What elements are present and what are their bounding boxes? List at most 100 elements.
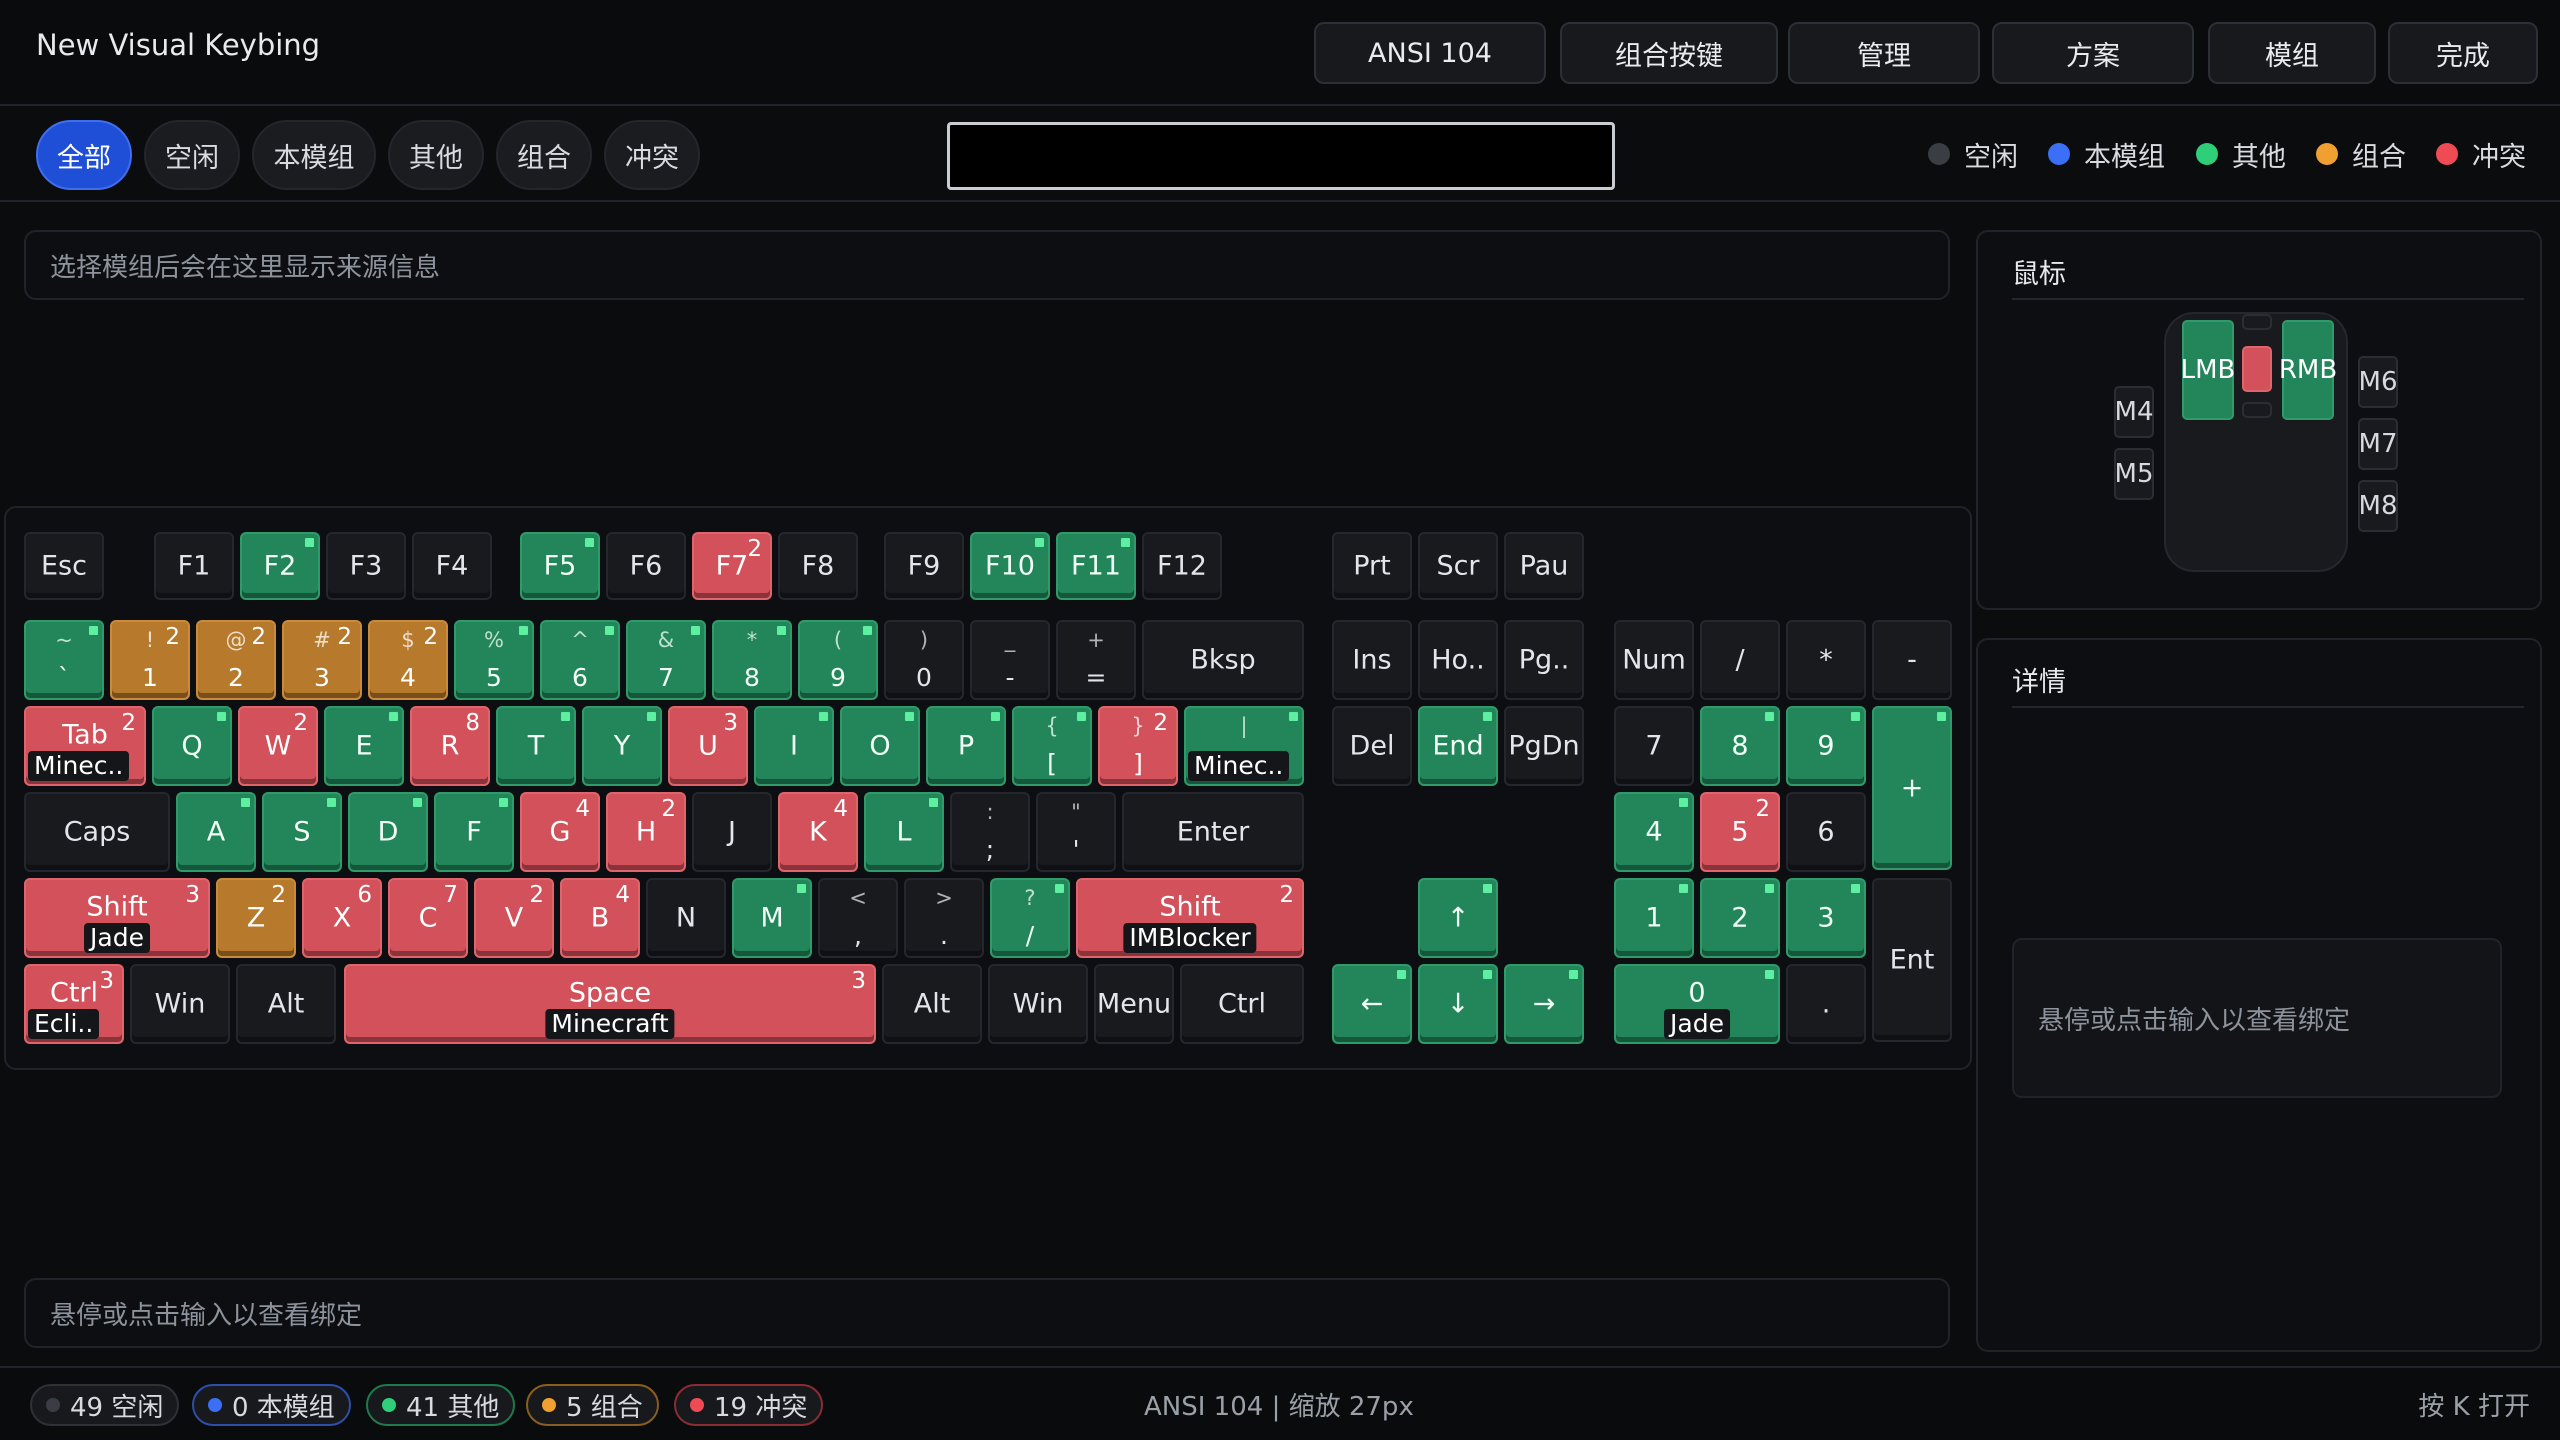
key-3-89[interactable]: 3: [1786, 878, 1866, 958]
key-f10-10[interactable]: F10: [970, 532, 1050, 600]
key-5-72[interactable]: 52: [1700, 792, 1780, 872]
key-g-63[interactable]: G4: [520, 792, 600, 872]
key-bksp-29[interactable]: Bksp: [1142, 620, 1304, 700]
key-esc-0[interactable]: Esc: [24, 532, 104, 600]
key-num-33[interactable]: Num: [1614, 620, 1694, 700]
key-ctrl-91[interactable]: Ctrl 3 Ecli..: [24, 964, 124, 1044]
mouse-wheel-up[interactable]: [2242, 314, 2272, 330]
key-x-76[interactable]: X6: [302, 878, 382, 958]
key-e-40[interactable]: E: [324, 706, 404, 786]
key-2-88[interactable]: 2: [1700, 878, 1780, 958]
key-9-56[interactable]: 9: [1786, 706, 1866, 786]
key-i-45[interactable]: I: [754, 706, 834, 786]
key-t-42[interactable]: T: [496, 706, 576, 786]
key-ins-30[interactable]: Ins: [1332, 620, 1412, 700]
key-z-75[interactable]: Z2: [216, 878, 296, 958]
key-k-66[interactable]: K4: [778, 792, 858, 872]
key-4-20[interactable]: $4 2: [368, 620, 448, 700]
filter-this-mod[interactable]: 本模组: [252, 120, 376, 190]
key--103[interactable]: .: [1786, 964, 1866, 1044]
key-f-62[interactable]: F: [434, 792, 514, 872]
key--84[interactable]: ? /: [990, 878, 1070, 958]
key-f11-11[interactable]: F11: [1056, 532, 1136, 600]
key--34[interactable]: /: [1700, 620, 1780, 700]
key-ent-90[interactable]: Ent: [1872, 878, 1952, 1042]
key--49[interactable]: }] 2: [1098, 706, 1178, 786]
combo-keys-button[interactable]: 组合按键: [1560, 22, 1778, 84]
key-a-59[interactable]: A: [176, 792, 256, 872]
key-m-81[interactable]: M: [732, 878, 812, 958]
key--82[interactable]: <,: [818, 878, 898, 958]
key-win-96[interactable]: Win: [988, 964, 1088, 1044]
done-button[interactable]: 完成: [2388, 22, 2538, 84]
key-c-77[interactable]: C7: [388, 878, 468, 958]
mouse-m7[interactable]: M7: [2358, 418, 2398, 470]
key-p-47[interactable]: P: [926, 706, 1006, 786]
key--28[interactable]: + =: [1056, 620, 1136, 700]
key-f1-1[interactable]: F1: [154, 532, 234, 600]
key-5-21[interactable]: % 5: [454, 620, 534, 700]
manage-button[interactable]: 管理: [1788, 22, 1980, 84]
key-shift-74[interactable]: Shift 3 Jade: [24, 878, 210, 958]
key-9-25[interactable]: (9: [798, 620, 878, 700]
profile-button[interactable]: 方案: [1992, 22, 2194, 84]
key-w-39[interactable]: W2: [238, 706, 318, 786]
key-pgdn-53[interactable]: PgDn: [1504, 706, 1584, 786]
key-pau-15[interactable]: Pau: [1504, 532, 1584, 600]
key--57[interactable]: +: [1872, 706, 1952, 870]
filter-other[interactable]: 其他: [388, 120, 484, 190]
key-del-51[interactable]: Del: [1332, 706, 1412, 786]
mouse-m4[interactable]: M4: [2114, 386, 2154, 438]
key-0-102[interactable]: 0 Jade: [1614, 964, 1780, 1044]
key-0-26[interactable]: ) 0: [884, 620, 964, 700]
key-q-38[interactable]: Q: [152, 706, 232, 786]
key-1-87[interactable]: 1: [1614, 878, 1694, 958]
key--36[interactable]: -: [1872, 620, 1952, 700]
key--48[interactable]: {[: [1012, 706, 1092, 786]
key--99[interactable]: ←: [1332, 964, 1412, 1044]
key-r-41[interactable]: R8: [410, 706, 490, 786]
key-caps-58[interactable]: Caps: [24, 792, 170, 872]
mouse-m5[interactable]: M5: [2114, 448, 2154, 500]
key-ctrl-98[interactable]: Ctrl: [1180, 964, 1304, 1044]
key--27[interactable]: _ -: [970, 620, 1050, 700]
key--101[interactable]: →: [1504, 964, 1584, 1044]
key--16[interactable]: ~ `: [24, 620, 104, 700]
key-b-79[interactable]: B4: [560, 878, 640, 958]
key-7-23[interactable]: & 7: [626, 620, 706, 700]
key-win-92[interactable]: Win: [130, 964, 230, 1044]
key-l-67[interactable]: L: [864, 792, 944, 872]
key-6-73[interactable]: 6: [1786, 792, 1866, 872]
key-f3-3[interactable]: F3: [326, 532, 406, 600]
filter-combo[interactable]: 组合: [496, 120, 592, 190]
key-f12-12[interactable]: F12: [1142, 532, 1222, 600]
key-f2-2[interactable]: F2: [240, 532, 320, 600]
key-7-54[interactable]: 7: [1614, 706, 1694, 786]
key-tab-37[interactable]: Tab 2 Minec..: [24, 706, 146, 786]
key-o-46[interactable]: O: [840, 706, 920, 786]
key-f6-6[interactable]: F6: [606, 532, 686, 600]
key--68[interactable]: :;: [950, 792, 1030, 872]
key-f8-8[interactable]: F8: [778, 532, 858, 600]
mouse-lmb[interactable]: LMB: [2181, 320, 2235, 420]
key-alt-95[interactable]: Alt: [882, 964, 982, 1044]
mouse-rmb[interactable]: RMB: [2279, 320, 2337, 420]
layout-button[interactable]: ANSI 104: [1314, 22, 1546, 84]
key--69[interactable]: " ': [1036, 792, 1116, 872]
key-3-19[interactable]: #3 2: [282, 620, 362, 700]
mod-button[interactable]: 模组: [2208, 22, 2376, 84]
key--86[interactable]: ↑: [1418, 878, 1498, 958]
key-f5-5[interactable]: F5: [520, 532, 600, 600]
key-space-94[interactable]: Space 3 Minecraft: [344, 964, 876, 1044]
key-6-22[interactable]: ^ 6: [540, 620, 620, 700]
key-f4-4[interactable]: F4: [412, 532, 492, 600]
search-input[interactable]: [947, 122, 1615, 190]
key-h-64[interactable]: H2: [606, 792, 686, 872]
key-s-60[interactable]: S: [262, 792, 342, 872]
key-n-80[interactable]: N: [646, 878, 726, 958]
key-4-71[interactable]: 4: [1614, 792, 1694, 872]
key-shift-85[interactable]: Shift 2 IMBlocker: [1076, 878, 1304, 958]
mouse-wheel-down[interactable]: [2242, 402, 2272, 418]
key-v-78[interactable]: V2: [474, 878, 554, 958]
key-prt-13[interactable]: Prt: [1332, 532, 1412, 600]
